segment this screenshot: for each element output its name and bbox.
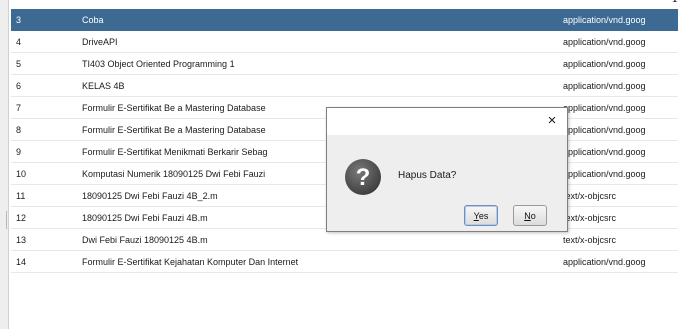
row-number-cell: 13: [11, 228, 77, 251]
file-name-cell: Coba: [77, 9, 558, 31]
mime-type-cell: text/x-objcsrc: [558, 184, 678, 207]
row-number-cell: 11: [11, 184, 77, 207]
mime-type-cell: application/vnd.goog: [558, 9, 678, 31]
mime-type-cell: application/vnd.goog: [558, 30, 678, 53]
mime-type-cell: text/x-objcsrc: [558, 206, 678, 229]
no-button[interactable]: No: [513, 205, 547, 226]
file-name-cell: Formulir E-Sertifikat Kejahatan Komputer…: [77, 250, 558, 273]
table-row[interactable]: 14 Formulir E-Sertifikat Kejahatan Komput…: [11, 250, 678, 273]
table-row[interactable]: 6 KELAS 4B application/vnd.goog: [11, 74, 678, 97]
row-number-cell: 3: [11, 9, 77, 31]
file-name-cell: KELAS 4B: [77, 74, 558, 97]
file-name-cell: TI403 Object Oriented Programming 1: [77, 52, 558, 75]
dialog-message: Hapus Data?: [398, 170, 457, 181]
mime-type-cell: application/vnd.goog: [558, 74, 678, 97]
row-number-cell: 8: [11, 118, 77, 141]
row-number-cell: 14: [11, 250, 77, 273]
close-icon[interactable]: ×: [543, 112, 561, 130]
row-number-cell: 4: [11, 30, 77, 53]
left-panel-edge: [0, 0, 9, 329]
question-icon: ?: [345, 159, 381, 195]
table-row[interactable]: 5 TI403 Object Oriented Programming 1 appl…: [11, 52, 678, 75]
confirm-dialog: × ? Hapus Data? Yes No: [326, 107, 568, 232]
mime-type-cell: application/vnd.goog: [558, 96, 678, 119]
row-number-cell: 7: [11, 96, 77, 119]
row-number-cell: 6: [11, 74, 77, 97]
table-row[interactable]: 3 Coba application/vnd.goog: [11, 9, 678, 31]
row-number-cell: 10: [11, 162, 77, 185]
mime-type-cell: application/vnd.goog: [558, 140, 678, 163]
yes-button[interactable]: Yes: [464, 205, 498, 226]
svg-text:?: ?: [356, 164, 371, 191]
clipped-header-glyph: 1: [672, 0, 678, 4]
mime-type-cell: application/vnd.goog: [558, 118, 678, 141]
mime-type-cell: application/vnd.goog: [558, 250, 678, 273]
mime-type-cell: text/x-objcsrc: [558, 228, 678, 251]
row-number-cell: 12: [11, 206, 77, 229]
mime-type-cell: application/vnd.goog: [558, 52, 678, 75]
splitter-handle[interactable]: [6, 211, 9, 229]
mime-type-cell: application/vnd.goog: [558, 162, 678, 185]
dialog-titlebar: ×: [327, 108, 567, 135]
row-number-cell: 9: [11, 140, 77, 163]
row-number-cell: 5: [11, 52, 77, 75]
file-name-cell: DriveAPI: [77, 30, 558, 53]
table-row[interactable]: 4 DriveAPI application/vnd.goog: [11, 30, 678, 53]
